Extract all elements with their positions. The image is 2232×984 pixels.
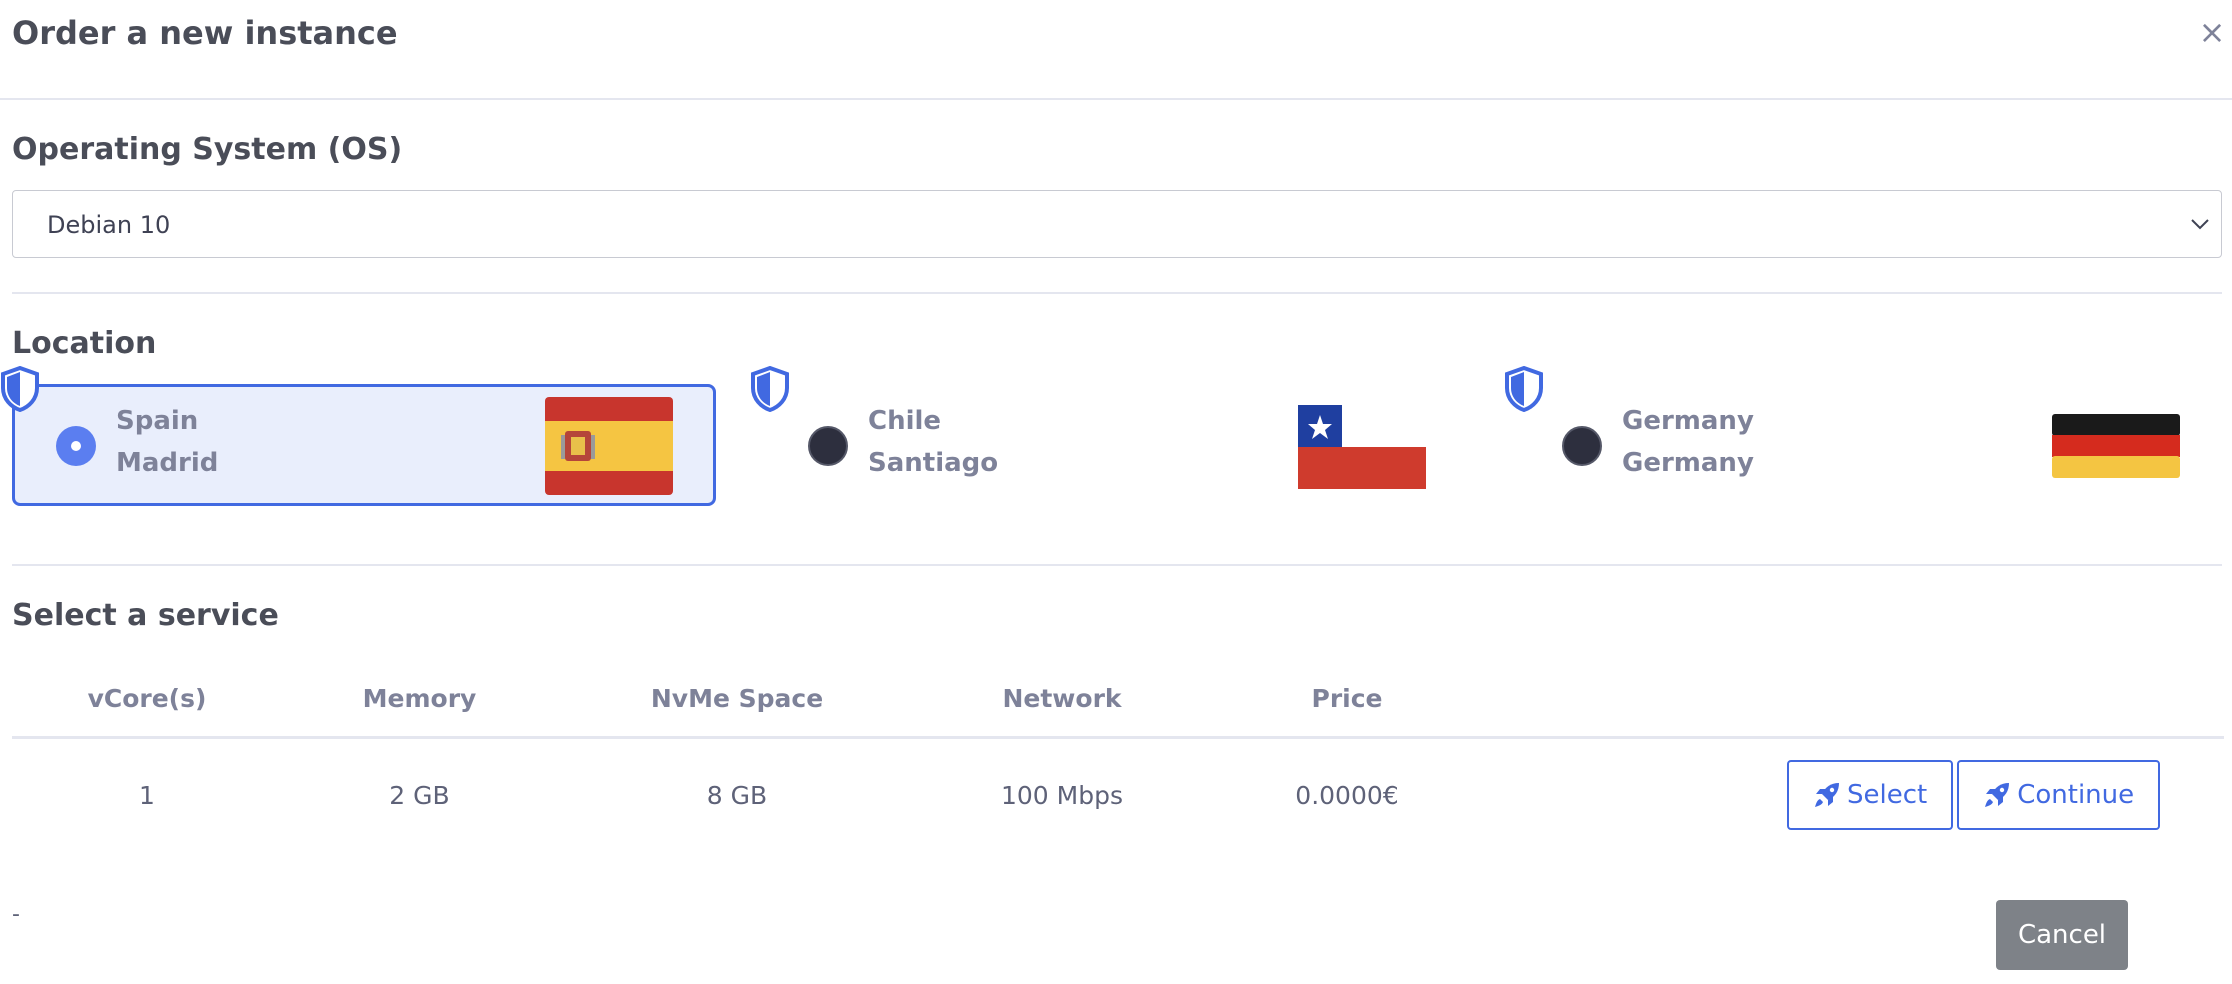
column-header-vcores: vCore(s) [12, 660, 282, 739]
select-button-label: Select [1847, 780, 1928, 810]
cell-network: 100 Mbps [1001, 780, 1123, 810]
column-header-actions [1487, 660, 2224, 739]
cancel-button[interactable]: Cancel [1996, 900, 2128, 970]
location-country-spain: Spain [116, 406, 199, 436]
column-header-price: Price [1207, 660, 1487, 739]
cell-space: 8 GB [706, 780, 768, 810]
footer-dash: - [12, 902, 20, 927]
cell-memory: 2 GB [389, 780, 450, 810]
shield-icon [0, 366, 39, 412]
radio-germany[interactable] [1562, 426, 1602, 466]
os-selected-value: Debian 10 [47, 211, 171, 239]
column-header-network: Network [917, 660, 1207, 739]
table-header-row: vCore(s) Memory NvMe Space Network Price [12, 660, 2224, 739]
radio-chile[interactable] [808, 426, 848, 466]
cell-price: 0.0000€ [1295, 780, 1399, 810]
header-divider [0, 98, 2232, 100]
location-country-chile: Chile [868, 406, 942, 436]
location-city-germany: Germany [1622, 448, 1754, 478]
location-divider [12, 564, 2222, 566]
os-section-title: Operating System (OS) [12, 132, 403, 167]
chile-flag-icon [1298, 405, 1426, 489]
modal-title: Order a new instance [12, 14, 398, 52]
os-select[interactable]: Debian 10 [12, 190, 2222, 258]
spain-flag-icon [545, 397, 673, 495]
location-section-title: Location [12, 326, 157, 361]
select-button[interactable]: Select [1787, 760, 1954, 830]
cell-actions: Select Continue [1487, 738, 2224, 852]
location-city-chile: Santiago [868, 448, 999, 478]
table-row: 1 2 GB 8 GB 100 Mbps 0.0000€ Select Cont… [12, 738, 2224, 852]
column-header-memory: Memory [282, 660, 557, 739]
rocket-icon [1985, 783, 2010, 807]
column-header-space: NvMe Space [557, 660, 917, 739]
shield-icon [751, 366, 789, 412]
service-table: vCore(s) Memory NvMe Space Network Price… [12, 660, 2224, 851]
service-section-title: Select a service [12, 598, 279, 633]
radio-spain[interactable] [56, 426, 96, 466]
chevron-down-icon [2191, 219, 2209, 230]
os-divider [12, 292, 2222, 294]
shield-icon [1505, 366, 1543, 412]
germany-flag-icon [2052, 414, 2180, 478]
close-icon[interactable]: × [2196, 16, 2228, 48]
location-city-spain: Madrid [116, 448, 219, 478]
location-country-germany: Germany [1622, 406, 1754, 436]
continue-button[interactable]: Continue [1957, 760, 2161, 830]
order-instance-modal: Order a new instance × Operating System … [0, 0, 2232, 984]
cell-vcores: 1 [139, 780, 155, 810]
continue-button-label: Continue [2017, 780, 2135, 810]
rocket-icon [1815, 783, 1839, 807]
